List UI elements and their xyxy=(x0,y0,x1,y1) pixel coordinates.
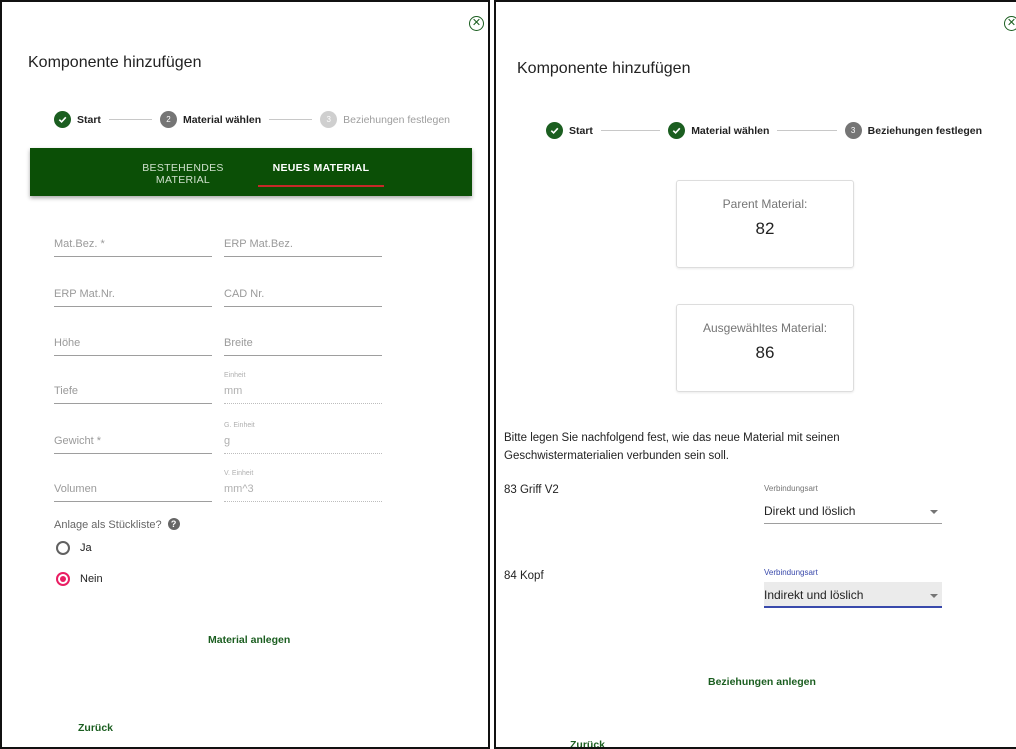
field-value: mm^3 xyxy=(224,483,254,495)
create-material-button[interactable]: Material anlegen xyxy=(208,634,290,646)
check-icon xyxy=(668,122,686,139)
field-label: Einheit xyxy=(224,372,246,379)
radio-button[interactable] xyxy=(56,572,70,586)
field-placeholder: Mat.Bez. * xyxy=(54,238,105,250)
depth-field[interactable]: Tiefe xyxy=(54,378,212,404)
select-value: Indirekt und löslich xyxy=(764,588,864,602)
parent-material-label: Parent Material: xyxy=(722,197,808,211)
radio-button[interactable] xyxy=(56,541,70,555)
select-label: Verbindungsart xyxy=(764,568,818,577)
erp-mat-bez-field[interactable]: ERP Mat.Bez. xyxy=(224,231,382,257)
field-placeholder: Gewicht * xyxy=(54,435,102,447)
back-button[interactable]: Zurück xyxy=(78,722,113,734)
width-field[interactable]: Breite xyxy=(224,330,382,356)
back-button[interactable]: Zurück xyxy=(570,739,605,747)
unit-field: Einheit mm xyxy=(224,372,382,404)
step-number-badge: 3 xyxy=(844,122,862,139)
radio-nein[interactable]: Nein xyxy=(56,572,103,586)
radio-label: Nein xyxy=(80,573,103,585)
close-icon[interactable]: ✕ xyxy=(469,16,484,31)
relation-name: 83 Griff V2 xyxy=(504,484,559,496)
step-divider xyxy=(269,119,313,120)
mat-bez-field[interactable]: Mat.Bez. * xyxy=(54,231,212,257)
field-placeholder: ERP Mat.Nr. xyxy=(54,288,115,300)
select-underline xyxy=(764,606,942,608)
field-placeholder: Volumen xyxy=(54,483,97,495)
select-label: Verbindungsart xyxy=(764,484,818,493)
tab-new-material[interactable]: NEUES MATERIAL xyxy=(258,148,384,196)
field-placeholder: CAD Nr. xyxy=(224,288,265,300)
cad-nr-field[interactable]: CAD Nr. xyxy=(224,281,382,307)
select-value: Direkt und löslich xyxy=(764,504,856,518)
selected-material-card: Ausgewähltes Material: 86 xyxy=(676,304,854,392)
volume-unit-field: V. Einheit mm^3 xyxy=(224,470,382,502)
add-component-dialog-step2: ✕ Komponente hinzufügen Start 2 Material… xyxy=(0,0,490,749)
selected-material-label: Ausgewähltes Material: xyxy=(702,321,828,335)
step-material-label: Material wählen xyxy=(691,124,770,137)
step-relations-label: Beziehungen festlegen xyxy=(867,124,982,137)
height-field[interactable]: Höhe xyxy=(54,330,212,356)
step-divider xyxy=(600,130,661,131)
material-tabs: BESTEHENDES MATERIAL NEUES MATERIAL xyxy=(30,148,472,196)
connection-type-select[interactable]: Verbindungsart Indirekt und löslich xyxy=(764,568,942,608)
check-icon xyxy=(54,111,71,128)
step-material-label: Material wählen xyxy=(182,113,262,126)
parent-material-value: 82 xyxy=(755,219,775,238)
field-placeholder: Tiefe xyxy=(54,385,79,397)
tab-existing-material[interactable]: BESTEHENDES MATERIAL xyxy=(124,148,242,196)
radio-ja[interactable]: Ja xyxy=(56,541,92,555)
field-value: g xyxy=(224,435,231,447)
volume-field[interactable]: Volumen xyxy=(54,476,212,502)
check-icon xyxy=(546,122,563,139)
dropdown-arrow-icon[interactable] xyxy=(930,594,938,598)
step-number-badge: 2 xyxy=(159,111,177,128)
step-divider xyxy=(777,130,837,131)
create-relations-button[interactable]: Beziehungen anlegen xyxy=(708,676,816,688)
step-start-label: Start xyxy=(569,124,593,137)
field-value: mm xyxy=(224,385,243,397)
radio-label: Ja xyxy=(80,542,92,554)
bom-question: Anlage als Stückliste?? xyxy=(54,518,180,531)
select-underline xyxy=(764,523,942,524)
dropdown-arrow-icon[interactable] xyxy=(930,510,938,514)
dialog-title: Komponente hinzufügen xyxy=(28,54,202,71)
connection-type-select[interactable]: Verbindungsart Direkt und löslich xyxy=(764,484,942,524)
field-placeholder: ERP Mat.Bez. xyxy=(224,238,293,250)
field-placeholder: Höhe xyxy=(54,337,81,349)
field-label: G. Einheit xyxy=(224,422,255,429)
selected-material-value: 86 xyxy=(755,343,775,362)
weight-field[interactable]: Gewicht * xyxy=(54,428,212,454)
weight-unit-field: G. Einheit g xyxy=(224,422,382,454)
stepper: Start 2 Material wählen 3 Beziehungen fe… xyxy=(54,111,450,128)
step-number-badge: 3 xyxy=(320,111,338,128)
relation-description: Bitte legen Sie nachfolgend fest, wie da… xyxy=(504,432,840,462)
bom-question-text: Anlage als Stückliste? xyxy=(54,519,162,531)
parent-material-card: Parent Material: 82 xyxy=(676,180,854,268)
step-start-label: Start xyxy=(77,113,101,126)
add-component-dialog-step3: ✕ Komponente hinzufügen Start Material w… xyxy=(494,0,1016,749)
erp-mat-nr-field[interactable]: ERP Mat.Nr. xyxy=(54,281,212,307)
field-placeholder: Breite xyxy=(224,337,253,349)
stepper: Start Material wählen 3 Beziehungen fest… xyxy=(546,122,982,139)
dialog-title: Komponente hinzufügen xyxy=(517,60,691,77)
field-label: V. Einheit xyxy=(224,470,254,477)
help-icon[interactable]: ? xyxy=(167,518,180,530)
step-divider xyxy=(108,119,152,120)
relation-name: 84 Kopf xyxy=(504,570,544,582)
close-icon[interactable]: ✕ xyxy=(1004,16,1016,31)
step-relations-label: Beziehungen festlegen xyxy=(343,113,451,126)
